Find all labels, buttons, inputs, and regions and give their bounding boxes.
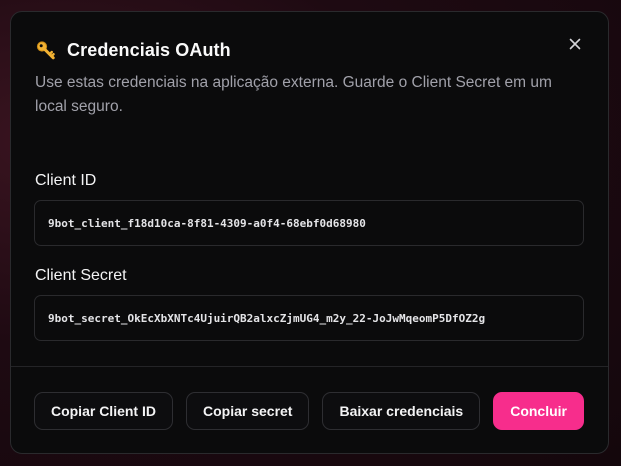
client-secret-label: Client Secret [35,267,127,284]
close-button[interactable] [566,35,584,53]
client-id-value[interactable]: 9bot_client_f18d10ca-8f81-4309-a0f4-68eb… [34,200,584,246]
dialog-title: Credenciais OAuth [67,39,231,60]
done-button[interactable]: Concluir [493,392,584,430]
dialog-footer: Copiar Client ID Copiar secret Baixar cr… [33,392,584,430]
close-icon[interactable] [569,38,581,50]
oauth-credentials-dialog: Credenciais OAuth Use estas credenciais … [10,11,609,454]
dialog-description: Use estas credenciais na aplicação exter… [35,74,552,115]
copy-secret-button[interactable]: Copiar secret [185,392,310,430]
copy-client-id-button[interactable]: Copiar Client ID [33,392,173,430]
client-id-label: Client ID [35,172,97,189]
footer-divider [11,366,608,367]
download-credentials-button[interactable]: Baixar credenciais [322,392,481,430]
key-icon [35,39,57,61]
dialog-title-row: Credenciais OAuth [35,38,584,62]
client-secret-value[interactable]: 9bot_secret_OkEcXbXNTc4UjuirQB2alxcZjmUG… [34,295,584,341]
dialog-header: Credenciais OAuth Use estas credenciais … [35,38,584,119]
